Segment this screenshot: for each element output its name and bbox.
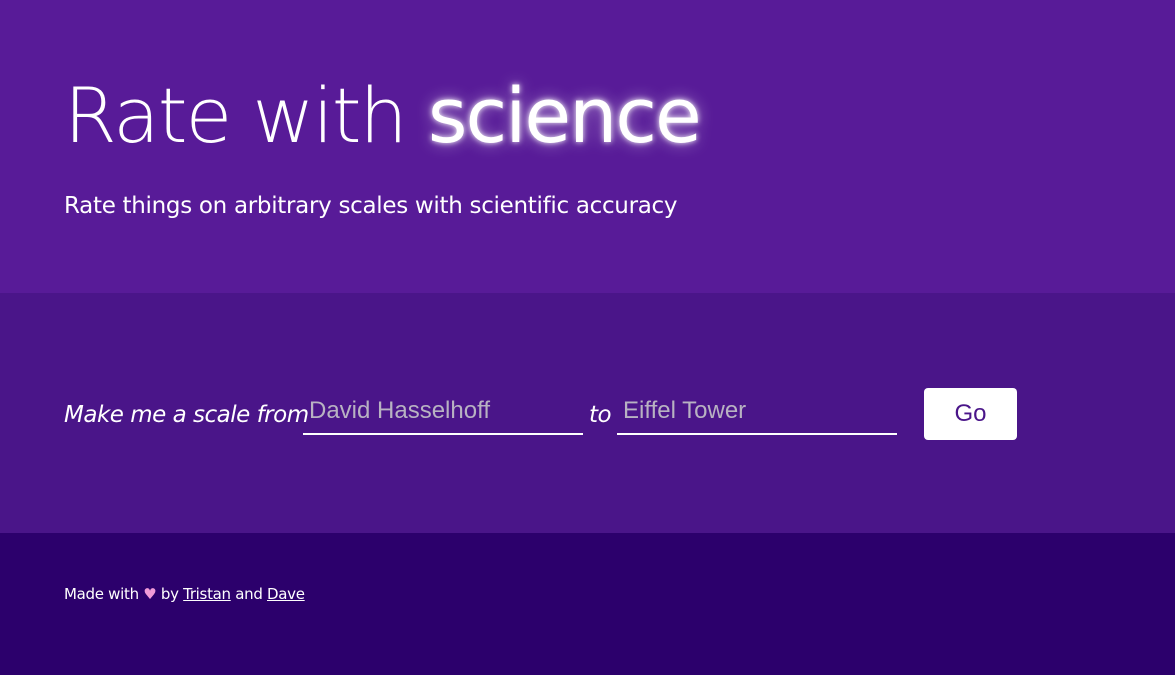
footer-made-with: Made with (64, 585, 139, 603)
scale-from-input[interactable] (303, 391, 583, 435)
prompt-from-label: Make me a scale from (64, 402, 309, 428)
scale-form: Make me a scale from to Go (0, 293, 1175, 533)
footer: Made with ♥ by Tristan and Dave (0, 533, 1175, 675)
hero-section: Rate with science Rate things on arbitra… (0, 0, 1175, 293)
footer-and: and (235, 585, 263, 603)
page-title: Rate with science (64, 66, 702, 166)
title-plain: Rate with (64, 71, 408, 160)
page-subtitle: Rate things on arbitrary scales with sci… (64, 193, 678, 219)
go-button[interactable]: Go (924, 388, 1017, 440)
author-link-tristan[interactable]: Tristan (183, 585, 231, 603)
footer-by: by (160, 585, 179, 603)
author-link-dave[interactable]: Dave (267, 585, 305, 603)
footer-credits: Made with ♥ by Tristan and Dave (64, 583, 305, 605)
title-emphasis: science (427, 71, 702, 160)
heart-icon: ♥ (143, 585, 157, 603)
prompt-to-label: to (589, 402, 612, 428)
scale-to-input[interactable] (617, 391, 897, 435)
